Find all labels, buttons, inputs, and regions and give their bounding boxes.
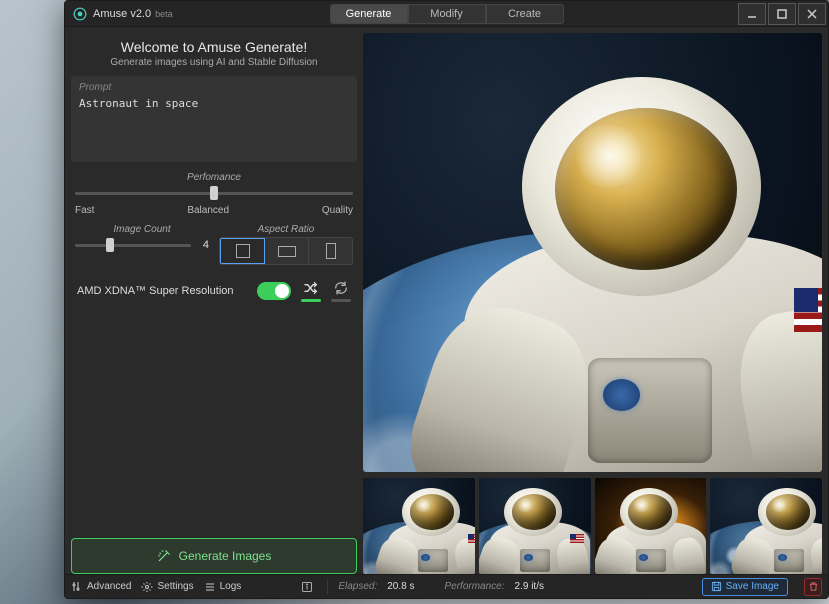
app-window: Amuse v2.0 beta Generate Modify Create W <box>64 0 829 599</box>
tab-modify[interactable]: Modify <box>408 4 486 24</box>
super-resolution-toggle[interactable] <box>257 282 291 300</box>
thumbnail[interactable] <box>363 478 475 574</box>
welcome-headline: Welcome to Amuse Generate! <box>75 39 353 55</box>
thumbnail[interactable] <box>710 478 822 574</box>
performance-label: Perfomance <box>75 172 353 183</box>
generate-button[interactable]: Generate Images <box>71 538 357 574</box>
prompt-box: Prompt <box>71 76 357 162</box>
perf-tick-quality: Quality <box>322 205 353 216</box>
sliders-icon <box>71 581 83 593</box>
logs-link[interactable]: Logs <box>204 581 242 593</box>
image-count-value: 4 <box>197 239 209 251</box>
elapsed-value: 20.8 s <box>387 581 414 592</box>
close-icon <box>807 9 817 19</box>
elapsed-label: Elapsed: <box>338 581 377 592</box>
thumbnail[interactable] <box>595 478 707 574</box>
prompt-label: Prompt <box>79 82 349 93</box>
image-count-slider[interactable] <box>75 237 191 253</box>
portrait-icon <box>326 243 336 259</box>
prompt-input[interactable] <box>79 97 349 154</box>
toggle-knob <box>275 284 289 298</box>
performance-block: Perfomance Fast Balanced Quality Image C… <box>71 168 357 302</box>
shuffle-button[interactable] <box>301 279 321 302</box>
performance-metric-value: 2.9 it/s <box>515 581 544 592</box>
minimize-button[interactable] <box>738 3 766 25</box>
title-bar: Amuse v2.0 beta Generate Modify Create <box>65 1 828 27</box>
list-icon <box>204 581 216 593</box>
save-image-button[interactable]: Save Image <box>702 578 788 596</box>
left-panel: Welcome to Amuse Generate! Generate imag… <box>71 33 357 574</box>
aspect-square-button[interactable] <box>220 238 265 264</box>
refresh-icon <box>333 280 349 296</box>
settings-link[interactable]: Settings <box>141 581 193 593</box>
refresh-button[interactable] <box>331 279 351 302</box>
performance-slider[interactable] <box>75 185 353 201</box>
maximize-icon <box>777 9 787 19</box>
maximize-button[interactable] <box>768 3 796 25</box>
welcome-header: Welcome to Amuse Generate! Generate imag… <box>71 33 357 70</box>
aspect-landscape-button[interactable] <box>265 238 309 264</box>
tab-create[interactable]: Create <box>486 4 564 24</box>
aspect-ratio-block: Aspect Ratio <box>219 224 353 265</box>
main-content: Welcome to Amuse Generate! Generate imag… <box>65 27 828 574</box>
shuffle-icon <box>303 280 319 296</box>
perf-tick-fast: Fast <box>75 205 94 216</box>
super-resolution-label: AMD XDNA™ Super Resolution <box>77 285 247 297</box>
trash-icon <box>808 581 819 592</box>
app-version-badge: beta <box>155 9 173 19</box>
right-panel <box>363 33 822 574</box>
info-icon[interactable] <box>301 581 313 593</box>
aspect-ratio-label: Aspect Ratio <box>219 224 353 235</box>
delete-image-button[interactable] <box>804 578 822 596</box>
image-count-block: Image Count 4 <box>75 224 209 265</box>
aspect-portrait-button[interactable] <box>309 238 352 264</box>
app-logo-icon <box>73 7 87 21</box>
mode-tabs: Generate Modify Create <box>330 4 564 24</box>
tab-generate[interactable]: Generate <box>330 4 408 24</box>
gear-icon <box>141 581 153 593</box>
status-bar: Advanced Settings Logs Elapsed: 20.8 s P… <box>65 574 828 598</box>
performance-ticks: Fast Balanced Quality <box>75 205 353 216</box>
square-icon <box>236 244 250 258</box>
image-preview[interactable] <box>363 33 822 472</box>
close-button[interactable] <box>798 3 826 25</box>
thumbnail-strip <box>363 478 822 574</box>
app-title: Amuse v2.0 <box>93 8 151 20</box>
welcome-subline: Generate images using AI and Stable Diff… <box>75 57 353 68</box>
thumbnail[interactable] <box>479 478 591 574</box>
generate-button-label: Generate Images <box>179 549 272 563</box>
performance-metric-label: Performance: <box>444 581 504 592</box>
window-controls <box>738 3 828 25</box>
save-icon <box>711 581 722 592</box>
perf-tick-balanced: Balanced <box>187 205 229 216</box>
image-count-label: Image Count <box>75 224 209 235</box>
minimize-icon <box>747 9 757 19</box>
advanced-link[interactable]: Advanced <box>71 581 131 593</box>
landscape-icon <box>278 246 296 257</box>
generated-image <box>363 33 822 472</box>
wand-icon <box>157 549 171 563</box>
